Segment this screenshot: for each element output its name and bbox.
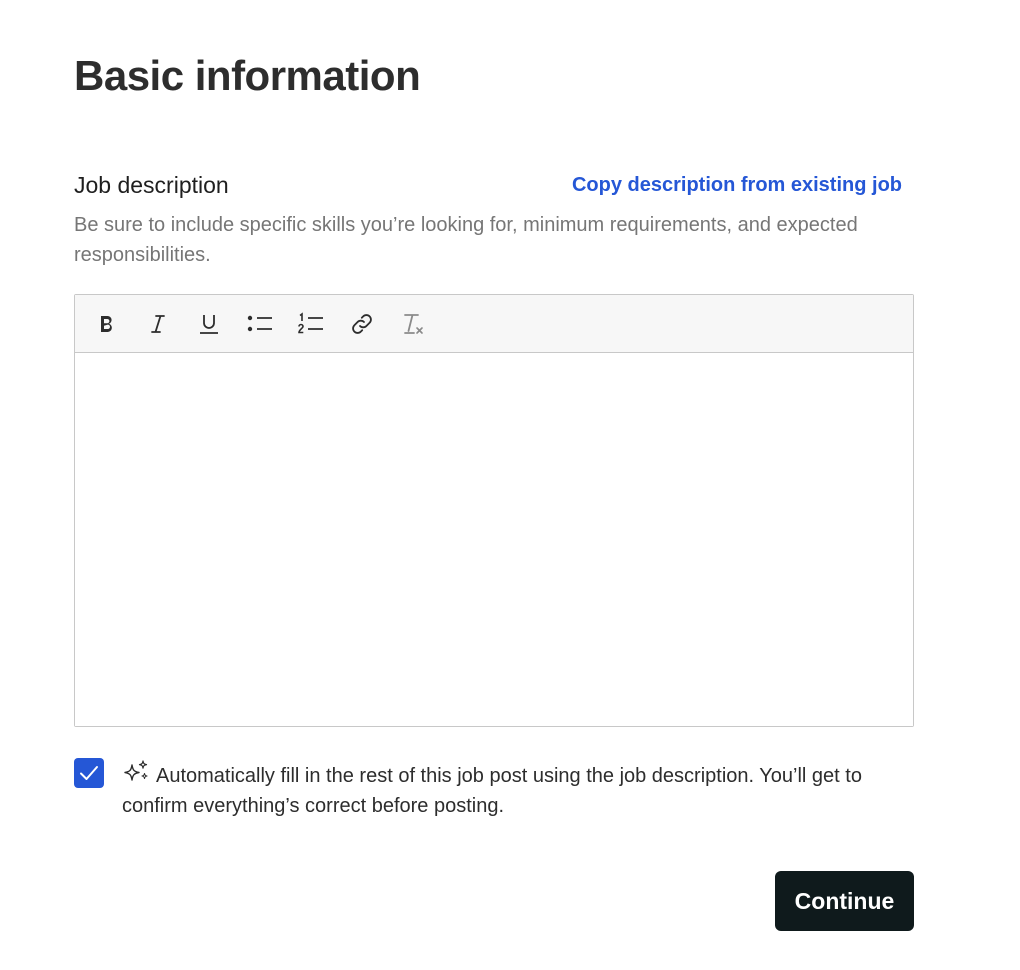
- autofill-option: Automatically fill in the rest of this j…: [74, 758, 914, 828]
- continue-button[interactable]: Continue: [775, 871, 914, 931]
- bulleted-list-button[interactable]: [242, 306, 278, 342]
- bulleted-list-icon: [247, 315, 272, 331]
- bold-button[interactable]: [89, 306, 125, 342]
- autofill-text-block: Automatically fill in the rest of this j…: [122, 760, 914, 821]
- job-description-editor: [74, 294, 914, 727]
- underline-icon: [200, 314, 218, 334]
- job-description-help-text: Be sure to include specific skills you’r…: [74, 214, 858, 266]
- numbered-list-button[interactable]: [293, 306, 329, 342]
- job-description-header: Job description Copy description from ex…: [74, 170, 902, 202]
- autofill-label: Automatically fill in the rest of this j…: [122, 765, 862, 817]
- checkmark-icon: [80, 766, 98, 780]
- job-description-label: Job description: [74, 172, 229, 198]
- clear-formatting-icon: [404, 313, 423, 334]
- editor-toolbar: [75, 295, 913, 353]
- page-title: Basic information: [74, 52, 421, 99]
- link-button[interactable]: [344, 306, 380, 342]
- sparkle-icon: [124, 760, 148, 781]
- bold-icon: [101, 315, 112, 332]
- job-description-textarea[interactable]: [75, 353, 913, 726]
- underline-button[interactable]: [191, 306, 227, 342]
- numbered-list-icon: [298, 311, 323, 333]
- copy-description-link[interactable]: Copy description from existing job: [572, 174, 902, 197]
- clear-formatting-button[interactable]: [395, 306, 431, 342]
- italic-button[interactable]: [140, 306, 176, 342]
- basic-information-page: Basic information Job description Copy d…: [0, 0, 1020, 970]
- link-icon: [352, 313, 372, 334]
- italic-icon: [151, 314, 165, 333]
- autofill-checkbox[interactable]: [74, 758, 104, 788]
